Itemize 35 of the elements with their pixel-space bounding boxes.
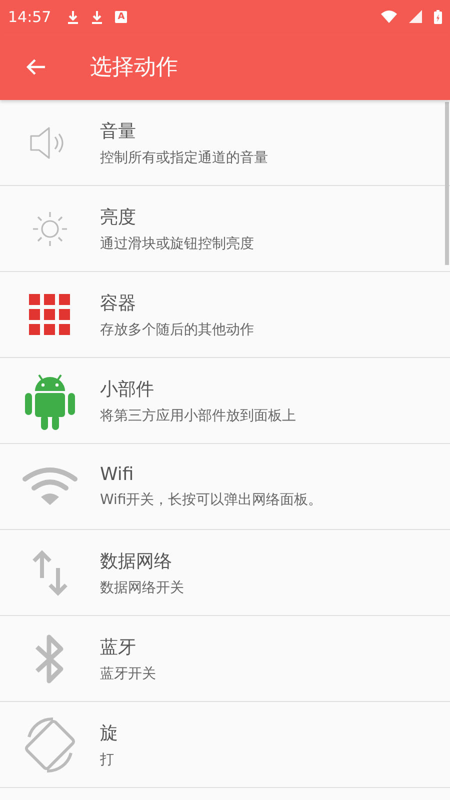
wifi-signal-icon [381,10,397,23]
action-description: 数据网络开关 [100,578,184,596]
cell-signal-icon [409,10,422,23]
grid-icon [29,294,71,336]
action-item[interactable]: 容器 存放多个随后的其他动作 [0,272,450,358]
action-item[interactable]: Wifi Wifi开关，长按可以弹出网络面板。 [0,444,450,530]
action-title: 容器 [100,292,137,314]
action-description: 将第三方应用小部件放到面板上 [100,406,296,424]
action-description: 控制所有或指定通道的音量 [100,148,268,166]
status-time: 14:57 [8,8,52,26]
up-down-arrows-icon [32,550,68,596]
download-icon [67,10,80,24]
action-title: 蓝牙 [100,636,137,658]
wifi-icon [22,466,78,506]
action-title: 亮度 [100,206,137,228]
action-description: 蓝牙开关 [100,664,156,682]
action-title: 音量 [100,120,137,142]
screen-title: 选择动作 [90,54,178,82]
keyboard-badge: A [115,10,128,22]
bluetooth-icon [34,632,66,684]
action-description: Wifi开关，长按可以弹出网络面板。 [100,491,322,509]
action-title: 数据网络 [100,550,173,572]
action-item[interactable]: 数据网络 数据网络开关 [0,530,450,616]
action-title: 旋 [100,722,118,744]
action-title: Wifi [100,464,135,485]
battery-icon [434,10,442,24]
action-description: 通过滑块或旋钮控制亮度 [100,234,254,252]
action-item[interactable]: 旋 打 [0,702,450,788]
action-item[interactable]: 蓝牙 蓝牙开关 [0,616,450,702]
action-description: 打 [100,750,115,768]
action-item[interactable]: 小部件 将第三方应用小部件放到面板上 [0,358,450,444]
sun-icon [32,210,68,246]
download-icon [91,10,104,24]
action-description: 存放多个随后的其他动作 [100,320,254,338]
action-title: 小部件 [100,378,155,400]
